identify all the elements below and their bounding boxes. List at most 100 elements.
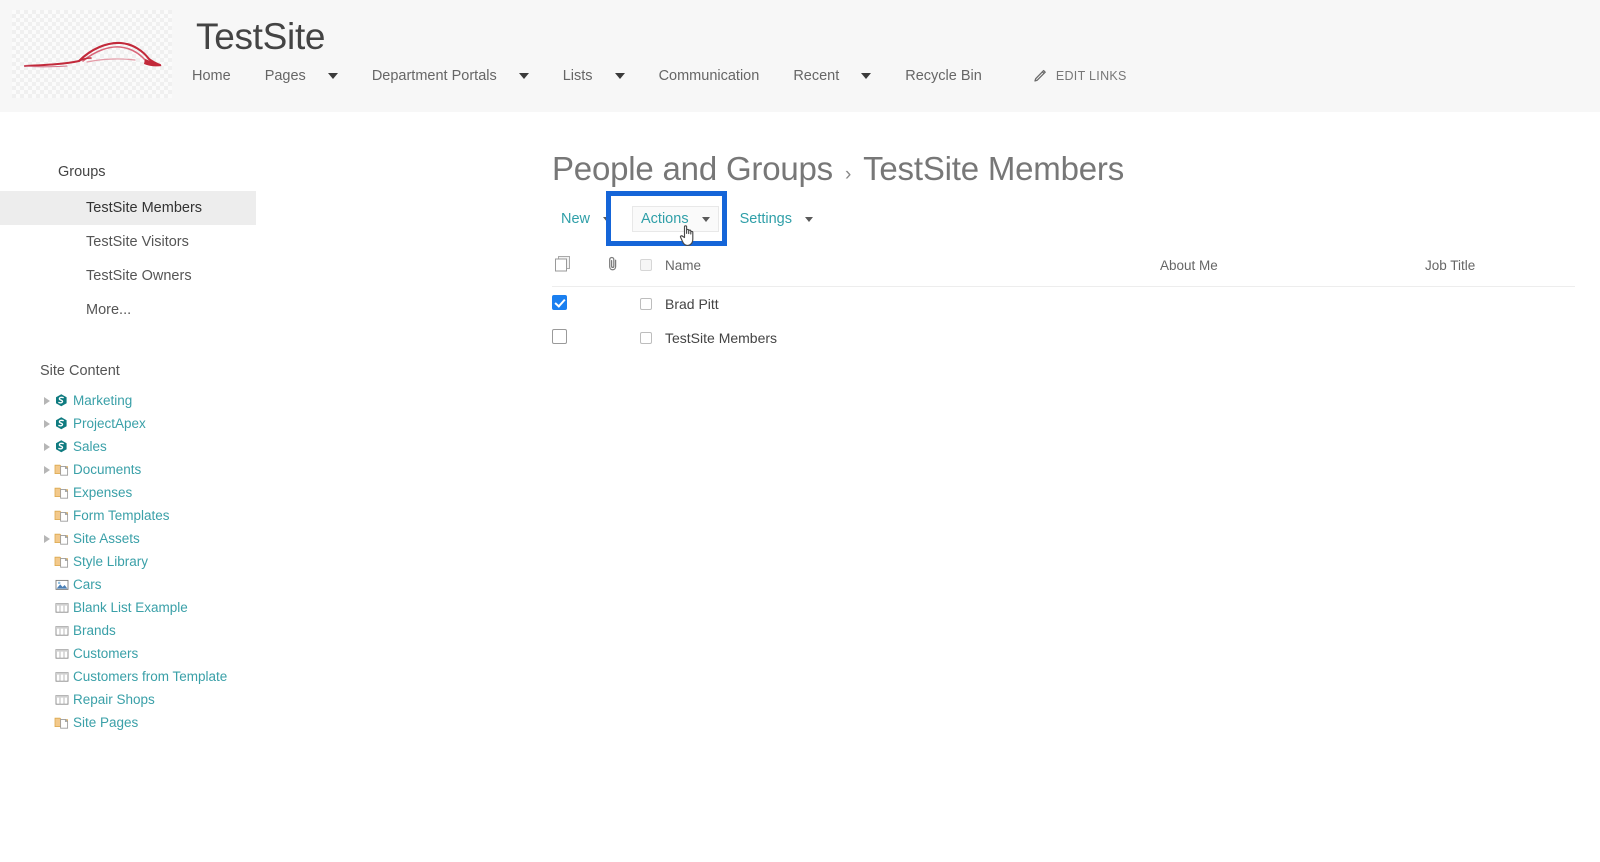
chevron-down-icon[interactable]	[327, 73, 338, 79]
breadcrumb-separator-icon: ›	[844, 164, 852, 185]
header-name-checkbox	[640, 259, 652, 271]
picture-library-icon	[54, 577, 72, 593]
row-select-cell[interactable]	[552, 287, 606, 322]
settings-menu-button[interactable]: Settings	[731, 206, 822, 232]
row-select-checkbox[interactable]	[552, 329, 567, 344]
tree-item-label: Brands	[73, 623, 116, 638]
tree-item-form-templates[interactable]: Form Templates	[40, 504, 530, 527]
breadcrumb-root[interactable]: People and Groups	[552, 150, 833, 188]
tree-item-label: Documents	[73, 462, 142, 477]
select-all-column-header[interactable]	[552, 248, 606, 287]
tree-item-style-library[interactable]: Style Library	[40, 550, 530, 573]
expand-triangle-icon[interactable]	[40, 440, 54, 454]
row-name-label[interactable]: Brad Pitt	[665, 296, 719, 312]
tree-item-sales[interactable]: Sales	[40, 435, 530, 458]
nav-item-department-portals[interactable]: Department Portals	[372, 68, 529, 84]
tree-item-customers[interactable]: Customers	[40, 642, 530, 665]
main-content: People and Groups › TestSite Members New…	[552, 112, 1600, 355]
list-icon	[54, 692, 72, 708]
expand-triangle-icon[interactable]	[40, 394, 54, 408]
chevron-down-icon[interactable]	[804, 216, 813, 222]
select-all-pages-icon[interactable]	[552, 256, 574, 276]
tree-item-label: Style Library	[73, 554, 149, 569]
tree-item-customers-from-template[interactable]: Customers from Template	[40, 665, 530, 688]
list-icon	[54, 600, 72, 616]
site-header: TestSite Home Pages Department Portals L…	[0, 0, 1600, 112]
expand-triangle-icon[interactable]	[40, 417, 54, 431]
row-about-me-cell	[1160, 321, 1425, 355]
tree-item-site-assets[interactable]: Site Assets	[40, 527, 530, 550]
site-content-tree: Marketing ProjectApex Sales Documents Ex…	[0, 389, 530, 734]
nav-item-pages[interactable]: Pages	[265, 68, 338, 84]
nav-item-communication[interactable]: Communication	[659, 68, 760, 84]
new-menu-label: New	[561, 211, 591, 227]
nav-label: Department Portals	[371, 68, 497, 84]
tree-item-expenses[interactable]: Expenses	[40, 481, 530, 504]
tree-item-brands[interactable]: Brands	[40, 619, 530, 642]
nav-item-lists[interactable]: Lists	[563, 68, 625, 84]
row-about-me-cell	[1160, 287, 1425, 322]
document-library-icon	[54, 485, 72, 501]
about-me-column-header[interactable]: About Me	[1160, 248, 1425, 287]
top-navigation: Home Pages Department Portals Lists Comm…	[192, 68, 1127, 84]
chevron-down-icon[interactable]	[614, 73, 625, 79]
name-column-header[interactable]: Name	[640, 248, 1160, 287]
row-job-title-cell	[1425, 287, 1575, 322]
row-name-checkbox[interactable]	[640, 332, 652, 344]
document-library-icon	[54, 715, 72, 731]
group-label: TestSite Visitors	[86, 234, 189, 250]
document-library-icon	[54, 531, 72, 547]
paperclip-icon	[606, 256, 620, 275]
tree-item-label: Expenses	[73, 485, 133, 500]
tree-item-documents[interactable]: Documents	[40, 458, 530, 481]
expand-triangle-icon[interactable]	[40, 463, 54, 477]
site-title[interactable]: TestSite	[196, 18, 326, 55]
sidebar-item-testsite-owners[interactable]: TestSite Owners	[0, 259, 530, 293]
nav-label: Recent	[793, 68, 840, 84]
car-silhouette-logo	[23, 41, 162, 68]
row-select-checkbox[interactable]	[552, 295, 567, 310]
attachment-column-header[interactable]	[606, 248, 640, 287]
chevron-down-icon[interactable]	[603, 216, 612, 222]
row-select-cell[interactable]	[552, 321, 606, 355]
new-menu-button[interactable]: New	[552, 206, 620, 232]
group-label: TestSite Members	[86, 200, 203, 216]
table-row[interactable]: TestSite Members	[552, 321, 1575, 355]
breadcrumb: People and Groups › TestSite Members	[552, 150, 1600, 188]
expand-triangle-icon[interactable]	[40, 532, 54, 546]
list-icon	[54, 623, 72, 639]
nav-item-recycle-bin[interactable]: Recycle Bin	[905, 68, 982, 84]
sidebar-item-more[interactable]: More...	[0, 293, 530, 327]
job-title-column-header[interactable]: Job Title	[1425, 248, 1575, 287]
chevron-down-icon[interactable]	[861, 73, 872, 79]
chevron-down-icon[interactable]	[701, 216, 710, 222]
site-logo[interactable]	[12, 10, 172, 98]
table-header-row: Name About Me Job Title	[552, 248, 1575, 287]
edit-links-button[interactable]: EDIT LINKS	[1032, 69, 1127, 84]
row-attachment-cell	[606, 321, 640, 355]
actions-menu-button[interactable]: Actions	[632, 206, 719, 232]
tree-item-site-pages[interactable]: Site Pages	[40, 711, 530, 734]
tree-item-blank-list-example[interactable]: Blank List Example	[40, 596, 530, 619]
actions-menu-label: Actions	[641, 211, 689, 227]
table-row[interactable]: Brad Pitt	[552, 287, 1575, 322]
nav-item-recent[interactable]: Recent	[793, 68, 872, 84]
nav-item-home[interactable]: Home	[192, 68, 231, 84]
row-name-label[interactable]: TestSite Members	[665, 330, 777, 346]
tree-item-projectapex[interactable]: ProjectApex	[40, 412, 530, 435]
sidebar-item-testsite-visitors[interactable]: TestSite Visitors	[0, 225, 530, 259]
tree-item-repair-shops[interactable]: Repair Shops	[40, 688, 530, 711]
tree-item-marketing[interactable]: Marketing	[40, 389, 530, 412]
chevron-down-icon[interactable]	[518, 73, 529, 79]
job-title-column-label: Job Title	[1425, 257, 1476, 273]
tree-item-label: Form Templates	[73, 508, 170, 523]
settings-menu-label: Settings	[739, 211, 792, 227]
tree-item-cars[interactable]: Cars	[40, 573, 530, 596]
row-name-checkbox[interactable]	[640, 298, 652, 310]
breadcrumb-current: TestSite Members	[863, 150, 1124, 187]
row-name-cell[interactable]: Brad Pitt	[640, 287, 1160, 322]
sidebar-item-testsite-members[interactable]: TestSite Members	[0, 191, 256, 225]
row-name-cell[interactable]: TestSite Members	[640, 321, 1160, 355]
